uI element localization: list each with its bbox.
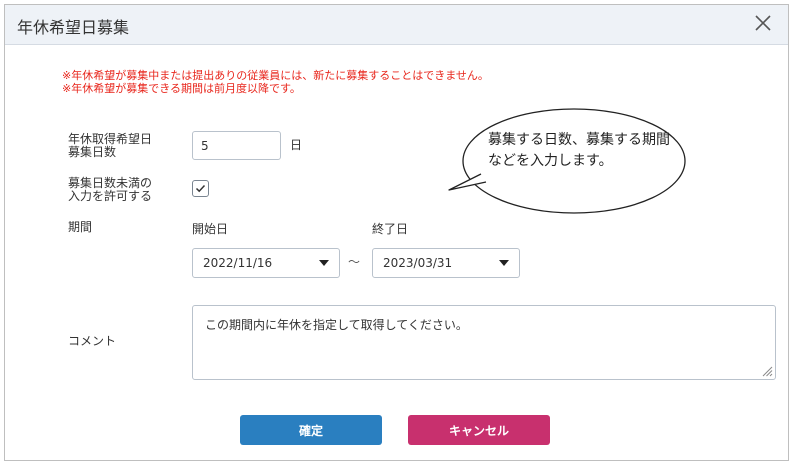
callout-text: 募集する日数、募集する期間などを入力します。 xyxy=(488,132,670,169)
callout-bubble xyxy=(448,108,686,214)
